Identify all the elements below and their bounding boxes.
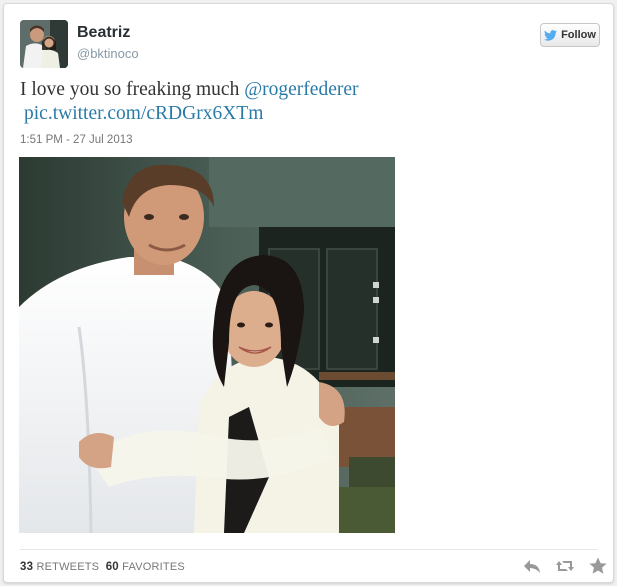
user-name[interactable]: Beatriz xyxy=(77,24,130,42)
star-icon[interactable] xyxy=(588,556,608,576)
favorites-count[interactable]: 60 xyxy=(106,561,119,573)
tweet-card: Beatriz @bktinoco Follow I love you so f… xyxy=(3,3,614,583)
mention-link[interactable]: @rogerfederer xyxy=(244,79,358,100)
reply-icon[interactable] xyxy=(522,556,542,576)
retweet-icon[interactable] xyxy=(555,556,575,576)
tweet-timestamp[interactable]: 1:51 PM - 27 Jul 2013 xyxy=(20,134,133,146)
retweets-label[interactable]: RETWEETS xyxy=(36,561,99,573)
follow-button[interactable]: Follow xyxy=(540,23,600,47)
tweet-photo[interactable] xyxy=(19,157,395,533)
tweet-body: I love you so freaking much xyxy=(20,79,245,100)
favorites-label[interactable]: FAVORITES xyxy=(122,561,185,573)
tweet-stats: 33 RETWEETS 60 FAVORITES xyxy=(20,561,185,573)
retweets-count[interactable]: 33 xyxy=(20,561,33,573)
follow-label: Follow xyxy=(561,29,596,41)
twitter-bird-icon xyxy=(544,29,558,41)
avatar[interactable] xyxy=(20,20,68,68)
pic-link[interactable]: pic.twitter.com/cRDGrx6XTm xyxy=(24,103,263,124)
user-handle[interactable]: @bktinoco xyxy=(77,46,139,61)
tweet-text: I love you so freaking much @rogerfedere… xyxy=(20,78,595,126)
tweet-actions xyxy=(522,556,608,576)
divider xyxy=(20,549,597,550)
